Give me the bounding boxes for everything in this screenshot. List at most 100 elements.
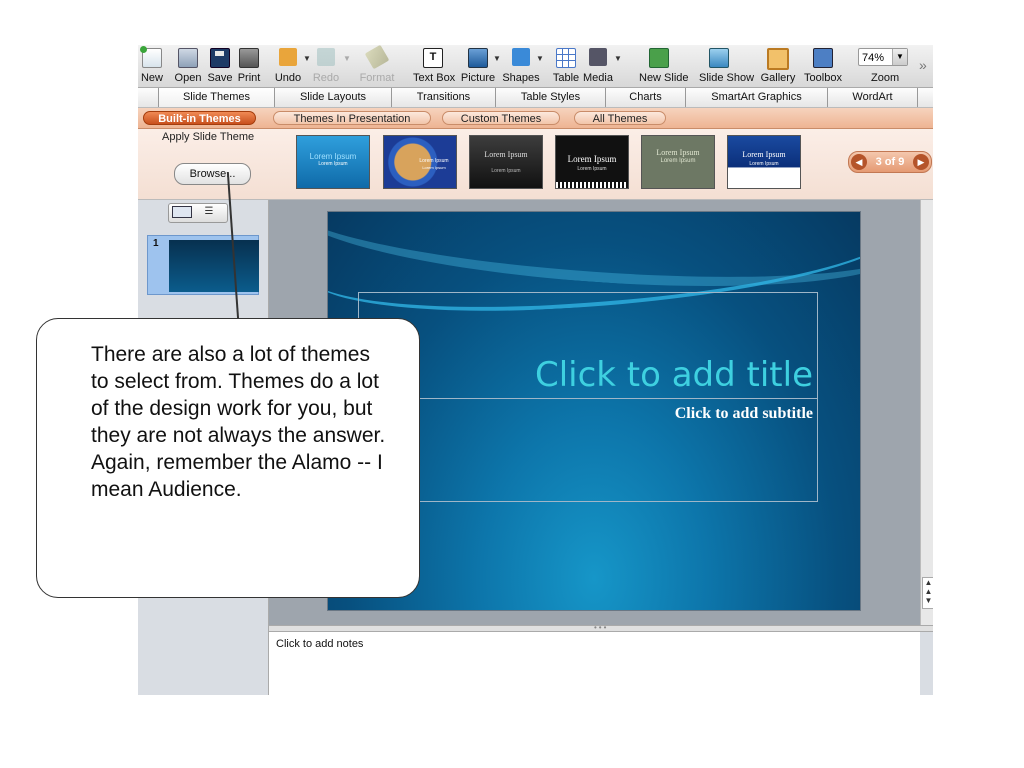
gallery-button[interactable]: Gallery — [761, 46, 795, 86]
chevron-down-icon[interactable]: ▼ — [892, 49, 907, 65]
chevron-right-icon[interactable]: ▶ — [913, 154, 929, 170]
redo-label: Redo — [312, 72, 340, 84]
subtab-built-in-themes[interactable]: Built-in Themes — [143, 111, 256, 125]
theme-thumb[interactable]: Lorem Ipsum Lorem Ipsum — [469, 135, 543, 189]
text-box-icon: T — [423, 48, 443, 68]
slide-show-icon — [709, 48, 729, 68]
toolbox-button[interactable]: Toolbox — [804, 46, 842, 86]
tab-transitions[interactable]: Transitions — [392, 88, 496, 107]
chevron-left-icon[interactable]: ◀ — [851, 154, 867, 170]
slides-view-icon[interactable] — [172, 206, 192, 218]
text-box-button[interactable]: T Text Box — [413, 46, 455, 86]
thumb-title: Lorem Ipsum — [484, 150, 528, 159]
tab-table-styles[interactable]: Table Styles — [496, 88, 606, 107]
tab-smartart-graphics[interactable]: SmartArt Graphics — [686, 88, 828, 107]
grip-handle-icon[interactable]: ••• — [594, 623, 608, 632]
slide-thumbnail-image — [169, 240, 259, 292]
subtab-all-themes[interactable]: All Themes — [574, 111, 666, 125]
thumb-title: Lorem Ipsum — [309, 152, 357, 161]
printer-icon — [239, 48, 259, 68]
theme-thumb[interactable]: Lorem Ipsum Lorem Ipsum — [296, 135, 370, 189]
redo-button[interactable]: Redo — [313, 46, 339, 86]
format-painter-button[interactable]: Format — [360, 45, 394, 86]
theme-thumb[interactable]: Lorem Ipsum Lorem Ipsum — [641, 135, 715, 189]
zoom-select[interactable]: 74% ▼ — [858, 48, 908, 66]
ribbon-tabs: Slide Themes Slide Layouts Transitions T… — [138, 88, 933, 108]
open-button[interactable]: Open — [175, 46, 201, 86]
picture-button[interactable]: Picture — [461, 46, 495, 86]
new-label: New — [140, 72, 163, 84]
theme-thumb[interactable]: Lorem Ipsum Lorem Ipsum — [727, 135, 801, 189]
toolbox-label: Toolbox — [804, 72, 842, 84]
undo-dropdown-icon[interactable]: ▼ — [303, 54, 311, 63]
placeholder-divider — [359, 398, 817, 399]
text-box-label: Text Box — [413, 72, 456, 84]
undo-icon — [279, 48, 297, 66]
theme-filter-tabs: Built-in Themes Themes In Presentation C… — [138, 108, 933, 129]
undo-button[interactable]: Undo — [275, 46, 301, 86]
picture-dropdown-icon[interactable]: ▼ — [493, 54, 501, 63]
new-slide-icon — [649, 48, 669, 68]
shapes-button[interactable]: Shapes — [502, 46, 540, 86]
theme-thumb[interactable]: Lorem Ipsum Lorem Ipsum — [383, 135, 457, 189]
subtab-themes-in-presentation[interactable]: Themes In Presentation — [273, 111, 431, 125]
format-label: Format — [359, 72, 395, 84]
picture-icon — [468, 48, 488, 68]
zoom-label: Zoom — [871, 72, 900, 84]
save-button[interactable]: Save — [207, 46, 233, 86]
slide-title[interactable]: Click to add title — [535, 355, 813, 395]
thumb-subtitle: Lorem Ipsum — [577, 166, 607, 172]
tab-slide-layouts[interactable]: Slide Layouts — [275, 88, 392, 107]
slide-subtitle[interactable]: Click to add subtitle — [675, 405, 813, 423]
theme-thumb[interactable]: Lorem Ipsum Lorem Ipsum — [555, 135, 629, 189]
new-document-icon — [140, 46, 162, 68]
new-slide-label: New Slide — [639, 72, 689, 84]
tab-slide-themes[interactable]: Slide Themes — [158, 88, 275, 107]
apply-slide-theme-label: Apply Slide Theme — [162, 131, 255, 143]
print-label: Print — [237, 72, 261, 84]
annotation-callout: There are also a lot of themes to select… — [36, 318, 420, 598]
slide-thumbnail[interactable]: 1 — [147, 235, 259, 295]
thumb-subtitle: Lorem Ipsum — [749, 161, 779, 167]
tab-wordart[interactable]: WordArt — [828, 88, 918, 107]
format-brush-icon — [364, 45, 390, 70]
notes-splitter[interactable]: ••• — [269, 623, 933, 632]
tab-charts[interactable]: Charts — [606, 88, 686, 107]
media-dropdown-icon[interactable]: ▼ — [614, 54, 622, 63]
thumb-subtitle: Lorem Ipsum — [422, 165, 446, 170]
shapes-dropdown-icon[interactable]: ▼ — [536, 54, 544, 63]
pager-text: 3 of 9 — [875, 156, 905, 168]
theme-gallery: Apply Slide Theme Browse... Lorem Ipsum L… — [138, 129, 933, 200]
notes-placeholder[interactable]: Click to add notes — [276, 638, 363, 650]
toolbox-info-icon — [813, 48, 833, 68]
thumb-subtitle: Lorem Ipsum — [318, 161, 348, 167]
shapes-label: Shapes — [502, 72, 540, 84]
undo-label: Undo — [274, 72, 302, 84]
open-icon — [178, 48, 198, 68]
slide-show-button[interactable]: Slide Show — [699, 46, 754, 86]
subtab-custom-themes[interactable]: Custom Themes — [442, 111, 560, 125]
zoom-value: 74% — [862, 52, 885, 64]
print-button[interactable]: Print — [238, 46, 260, 86]
redo-dropdown-icon[interactable]: ▼ — [343, 54, 351, 63]
gallery-label: Gallery — [760, 72, 796, 84]
thumb-title: Lorem Ipsum — [742, 150, 786, 159]
outline-view-icon[interactable]: ☰ — [199, 206, 219, 218]
toolbar-overflow-icon[interactable]: » — [919, 57, 927, 73]
browse-button[interactable]: Browse... — [174, 163, 251, 185]
new-slide-button[interactable]: New Slide — [639, 46, 689, 86]
vertical-scrollbar[interactable]: ▲ ▲ ▼ — [920, 200, 933, 625]
standard-toolbar: New Open Save Print Undo ▼ Redo ▼ Format… — [138, 45, 933, 88]
table-button[interactable]: Table — [553, 46, 579, 86]
title-placeholder[interactable]: Click to add title Click to add subtitle — [358, 292, 818, 502]
slide-show-label: Slide Show — [699, 72, 755, 84]
scroll-arrows-icon[interactable]: ▲ ▲ ▼ — [922, 577, 933, 609]
media-button[interactable]: Media — [583, 46, 613, 86]
notes-pane[interactable]: Click to add notes — [269, 632, 920, 695]
table-grid-icon — [556, 48, 576, 68]
new-button[interactable]: New — [140, 46, 163, 86]
media-film-icon — [589, 48, 607, 66]
thumb-title: Lorem Ipsum — [656, 148, 700, 157]
thumb-subtitle: Lorem Ipsum — [660, 158, 696, 164]
picture-label: Picture — [460, 72, 496, 84]
